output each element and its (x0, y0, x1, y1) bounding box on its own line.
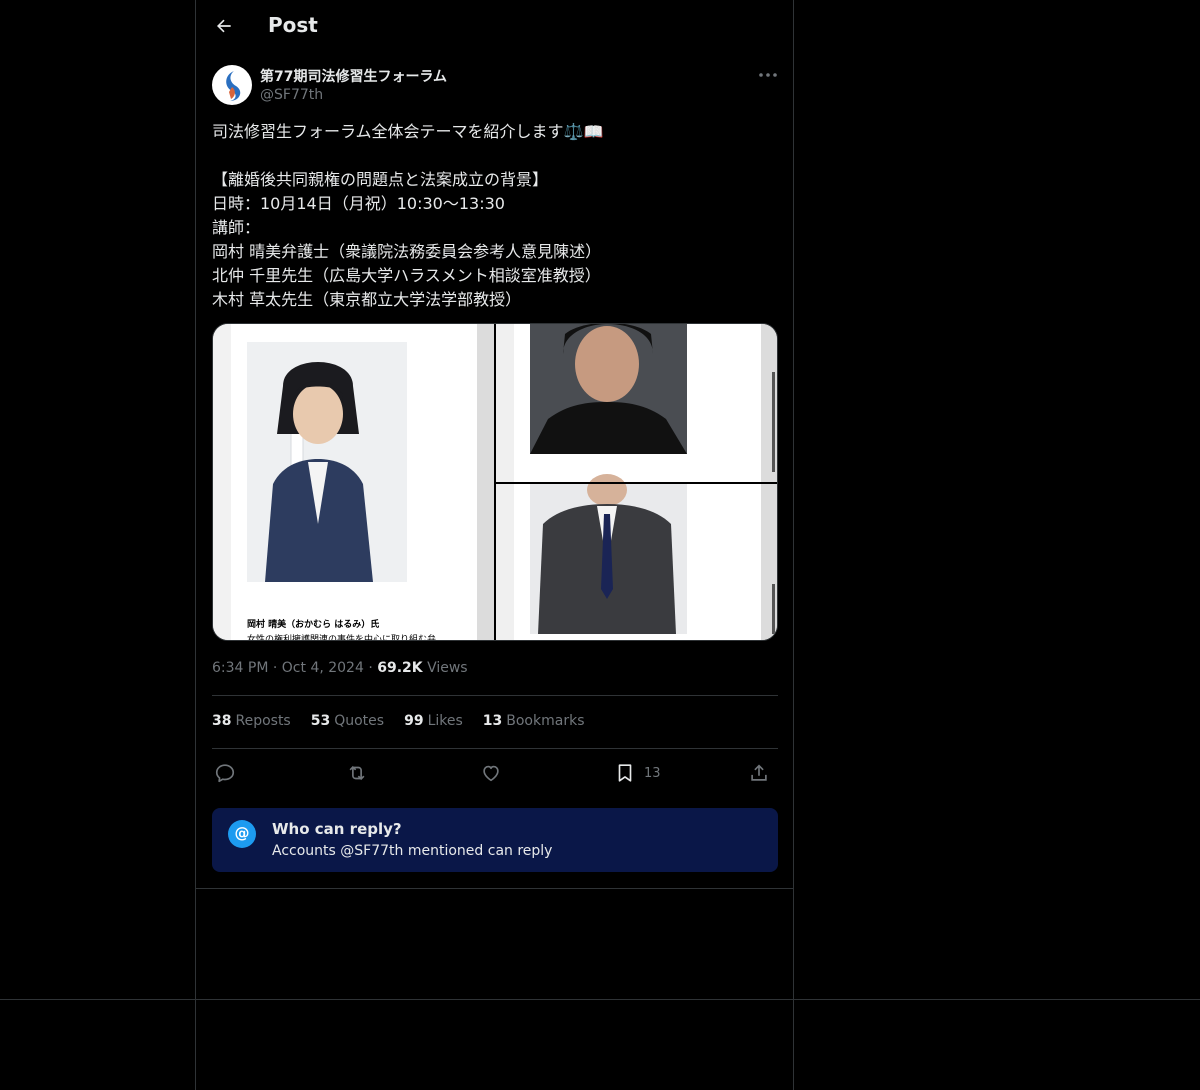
reposts-stat[interactable]: 38 Reposts (212, 713, 291, 729)
action-bar: 13 (212, 760, 778, 788)
media-grid: 岡村 晴美（おかむら はるみ）氏 女性の権利擁護関連の事件を中心に取り組む弁 (213, 324, 777, 641)
forum-logo-icon (226, 71, 241, 101)
meta-sep: · (272, 660, 282, 676)
reply-button[interactable] (214, 762, 236, 784)
post-time[interactable]: 6:34 PM (212, 660, 268, 676)
post-bottom-border (195, 888, 794, 889)
section-divider (0, 999, 1200, 1000)
avatar[interactable] (212, 65, 252, 105)
repost-button[interactable] (346, 762, 368, 784)
media-caption-name: 岡村 晴美（おかむら はるみ）氏 (247, 618, 379, 630)
post-media[interactable]: 岡村 晴美（おかむら はるみ）氏 女性の権利擁護関連の事件を中心に取り組む弁 (212, 323, 778, 641)
back-arrow-icon[interactable] (214, 16, 234, 36)
post-meta: 6:34 PM · Oct 4, 2024 · 69.2K Views (212, 660, 468, 676)
post-text: 司法修習生フォーラム全体会テーマを紹介します⚖️📖 【離婚後共同親権の問題点と法… (212, 122, 604, 309)
bookmark-button[interactable]: 13 (614, 762, 661, 784)
divider (212, 695, 778, 696)
quotes-stat[interactable]: 53 Quotes (311, 713, 384, 729)
share-icon (751, 764, 767, 781)
divider (212, 748, 778, 749)
share-button[interactable] (748, 762, 770, 784)
reply-restriction-subtitle: Accounts @SF77th mentioned can reply (272, 843, 553, 859)
reply-icon (215, 764, 235, 783)
views-label: Views (427, 660, 468, 676)
post-date[interactable]: Oct 4, 2024 (282, 660, 364, 676)
bookmark-count: 13 (644, 765, 661, 781)
reply-restriction-title: Who can reply? (272, 820, 402, 838)
page-title: Post (268, 13, 318, 37)
author-name[interactable]: 第77期司法修習生フォーラム (260, 66, 447, 86)
like-button[interactable] (480, 762, 502, 784)
at-icon: @ (228, 820, 256, 848)
reply-restriction-banner: @ Who can reply? Accounts @SF77th mentio… (212, 808, 778, 872)
likes-stat[interactable]: 99 Likes (404, 713, 463, 729)
author-handle[interactable]: @SF77th (260, 87, 323, 103)
engagement-stats: 38 Reposts 53 Quotes 99 Likes 13 Bookmarks (212, 713, 584, 729)
mention-link[interactable]: @SF77th (340, 843, 403, 859)
main-column: Post 第77期司法修習生フォーラム @SF77th 司法修習生フォーラム全体… (195, 0, 794, 1090)
media-caption-text: 女性の権利擁護関連の事件を中心に取り組む弁 (247, 633, 436, 641)
repost-icon (349, 765, 365, 781)
bookmarks-stat[interactable]: 13 Bookmarks (483, 713, 585, 729)
page-header: Post (196, 0, 795, 53)
views-count: 69.2K (377, 660, 423, 676)
like-icon (483, 765, 499, 782)
meta-sep: · (368, 660, 378, 676)
more-icon[interactable] (756, 66, 780, 84)
bookmark-icon (618, 764, 632, 782)
